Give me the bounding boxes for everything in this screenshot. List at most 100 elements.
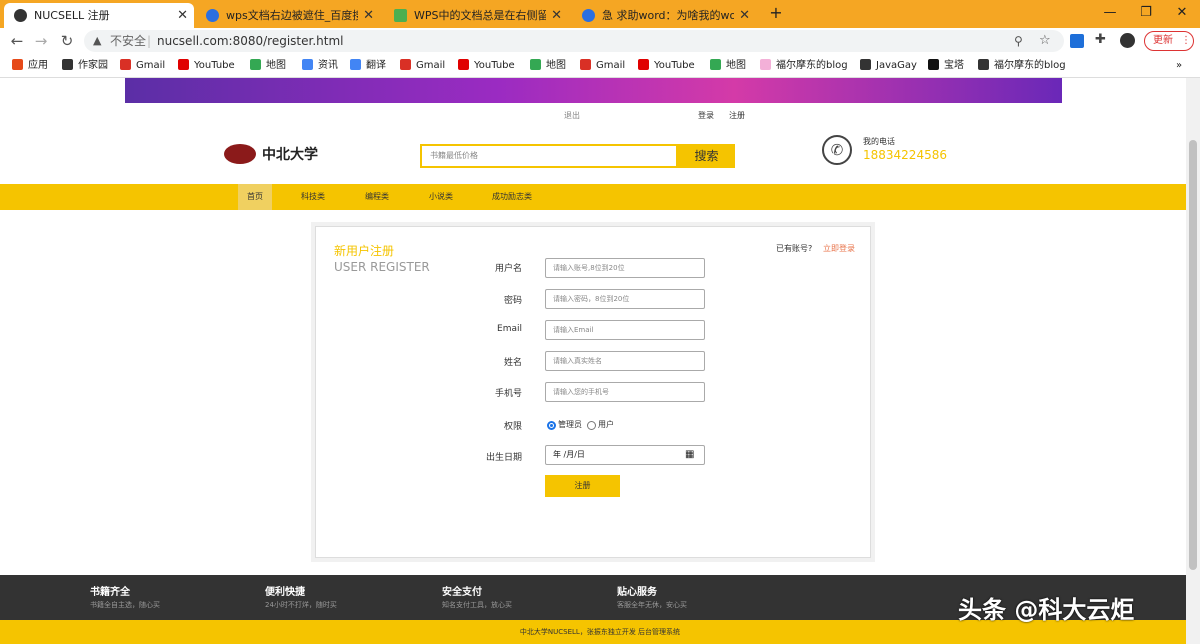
close-tab-icon[interactable]: ✕ <box>739 3 750 28</box>
update-label: 更新 <box>1153 35 1173 46</box>
register-title-cn: 新用户注册 <box>334 244 395 258</box>
bookmark-favicon-icon <box>710 59 721 70</box>
close-tab-icon[interactable]: ✕ <box>551 3 562 28</box>
seal-icon <box>224 144 256 164</box>
nav-success[interactable]: 成功励志类 <box>492 184 532 210</box>
tab-nucsell-register[interactable]: NUCSELL 注册 ✕ <box>4 3 194 28</box>
tab-baidu-search[interactable]: wps文档右边被遮住_百度搜索 ✕ <box>196 3 380 28</box>
bookmark-item[interactable]: 宝塔 <box>928 54 964 78</box>
calendar-icon[interactable]: ▦ <box>685 446 694 464</box>
nav-science[interactable]: 科技类 <box>301 184 325 210</box>
bookmark-item[interactable]: Gmail <box>580 54 625 78</box>
browser-tab-strip: NUCSELL 注册 ✕ wps文档右边被遮住_百度搜索 ✕ WPS中的文档总是… <box>0 0 1200 28</box>
bookmark-label: 应用 <box>28 60 48 71</box>
bookmark-item[interactable]: YouTube <box>458 54 515 78</box>
logout-link[interactable]: 退出 <box>564 110 580 121</box>
bookmark-item[interactable]: 作家园 <box>62 54 108 78</box>
name-input[interactable]: 请输入真实姓名 <box>545 351 705 371</box>
baidu-paw-icon <box>582 9 595 22</box>
role-user-label[interactable]: 用户 <box>598 419 614 430</box>
bookmark-item[interactable]: 地图 <box>530 54 566 78</box>
bookmark-label: Gmail <box>136 60 166 71</box>
bookmarks-overflow-icon[interactable]: » <box>1176 54 1182 78</box>
role-admin-radio[interactable] <box>547 421 556 430</box>
footer-sub: 知名支付工具，放心买 <box>442 601 512 609</box>
bookmark-item[interactable]: 地图 <box>710 54 746 78</box>
search-button[interactable]: 搜索 <box>678 144 735 168</box>
tab-word-help[interactable]: 急 求助word：为啥我的word打 ✕ <box>572 3 756 28</box>
bookmark-item[interactable]: YouTube <box>638 54 695 78</box>
bookmark-item[interactable]: 福尔摩东的blog <box>760 54 848 78</box>
globe-icon <box>14 9 27 22</box>
bookmark-label: YouTube <box>654 60 695 71</box>
register-title-en: USER REGISTER <box>334 260 430 274</box>
name-label: 姓名 <box>503 358 522 368</box>
search-input[interactable]: 书籍最低价格 <box>420 144 678 168</box>
bookmark-item[interactable]: JavaGay <box>860 54 917 78</box>
bookmark-item[interactable]: Gmail <box>400 54 445 78</box>
role-admin-label[interactable]: 管理员 <box>558 419 582 430</box>
tab-title: 急 求助word：为啥我的word打 <box>602 9 734 22</box>
bookmark-item[interactable]: 资讯 <box>302 54 338 78</box>
bookmark-label: 福尔摩东的blog <box>776 60 848 71</box>
bookmark-favicon-icon <box>400 59 411 70</box>
extension-icon[interactable] <box>1070 34 1084 48</box>
bookmark-item[interactable]: YouTube <box>178 54 235 78</box>
phone-field-label: 手机号 <box>494 389 522 399</box>
bookmark-favicon-icon <box>580 59 591 70</box>
bookmark-label: 地图 <box>546 60 566 71</box>
register-link[interactable]: 注册 <box>729 110 745 121</box>
warning-icon[interactable]: ▲ <box>93 30 101 52</box>
bookmark-item[interactable]: Gmail <box>120 54 165 78</box>
bookmark-item[interactable]: 应用 <box>12 54 48 78</box>
password-input[interactable]: 请输入密码，8位到20位 <box>545 289 705 309</box>
close-tab-icon[interactable]: ✕ <box>177 3 188 28</box>
star-bookmark-icon[interactable]: ☆ <box>1039 30 1051 52</box>
bookmark-item[interactable]: 福尔摩东的blog <box>978 54 1066 78</box>
update-button[interactable]: 更新 ⋮ <box>1144 31 1194 51</box>
nav-home[interactable]: 首页 <box>238 184 272 210</box>
close-tab-icon[interactable]: ✕ <box>363 3 374 28</box>
browser-toolbar: ← → ↻ ▲ 不安全 | nucsell.com:8080/register.… <box>0 28 1200 54</box>
bookmark-item[interactable]: 地图 <box>250 54 286 78</box>
phone-label: 我的电话 <box>863 137 895 146</box>
new-tab-button[interactable]: + <box>758 0 794 28</box>
nav-fiction[interactable]: 小说类 <box>429 184 453 210</box>
role-user-radio[interactable] <box>587 421 596 430</box>
zoom-icon[interactable]: ⚲ <box>1014 30 1023 52</box>
nav-programming[interactable]: 编程类 <box>365 184 389 210</box>
profile-avatar-icon[interactable] <box>1120 33 1135 48</box>
address-bar[interactable]: ▲ 不安全 | nucsell.com:8080/register.html ⚲… <box>84 30 1064 52</box>
promo-banner[interactable] <box>125 78 1062 103</box>
restore-button[interactable]: ❐ <box>1128 0 1164 28</box>
bookmark-label: 宝塔 <box>944 60 964 71</box>
bookmark-favicon-icon <box>638 59 649 70</box>
login-now-link[interactable]: 立即登录 <box>823 243 855 254</box>
scrollbar-thumb[interactable] <box>1189 140 1197 570</box>
tab-wps-question[interactable]: WPS中的文档总是在右侧留下空白 ✕ <box>384 3 568 28</box>
email-input[interactable]: 请输入Email <box>545 320 705 340</box>
page-scrollbar[interactable] <box>1186 78 1200 644</box>
back-button[interactable]: ← <box>6 28 28 54</box>
login-link[interactable]: 登录 <box>698 110 714 121</box>
birthday-input[interactable]: 年 /月/日 ▦ <box>545 445 705 465</box>
username-input[interactable]: 请输入账号,8位到20位 <box>545 258 705 278</box>
reload-button[interactable]: ↻ <box>56 28 78 54</box>
forward-button[interactable]: → <box>30 28 52 54</box>
close-window-button[interactable]: ✕ <box>1164 0 1200 28</box>
bookmark-label: 地图 <box>726 60 746 71</box>
register-submit-button[interactable]: 注册 <box>545 475 620 497</box>
have-account-text: 已有账号? <box>776 244 813 253</box>
bookmark-item[interactable]: 翻译 <box>350 54 386 78</box>
bookmark-favicon-icon <box>350 59 361 70</box>
minimize-button[interactable]: — <box>1092 0 1128 28</box>
email-label: Email <box>497 324 522 334</box>
bookmark-favicon-icon <box>302 59 313 70</box>
footer-title: 便利快捷 <box>265 587 305 598</box>
bookmark-label: 资讯 <box>318 60 338 71</box>
url-text[interactable]: nucsell.com:8080/register.html <box>157 30 344 52</box>
puzzle-extensions-icon[interactable]: ✚ <box>1095 32 1106 47</box>
baidu-paw-icon <box>206 9 219 22</box>
university-logo[interactable]: 中北大学 <box>224 144 344 166</box>
phone-input[interactable]: 请输入您的手机号 <box>545 382 705 402</box>
